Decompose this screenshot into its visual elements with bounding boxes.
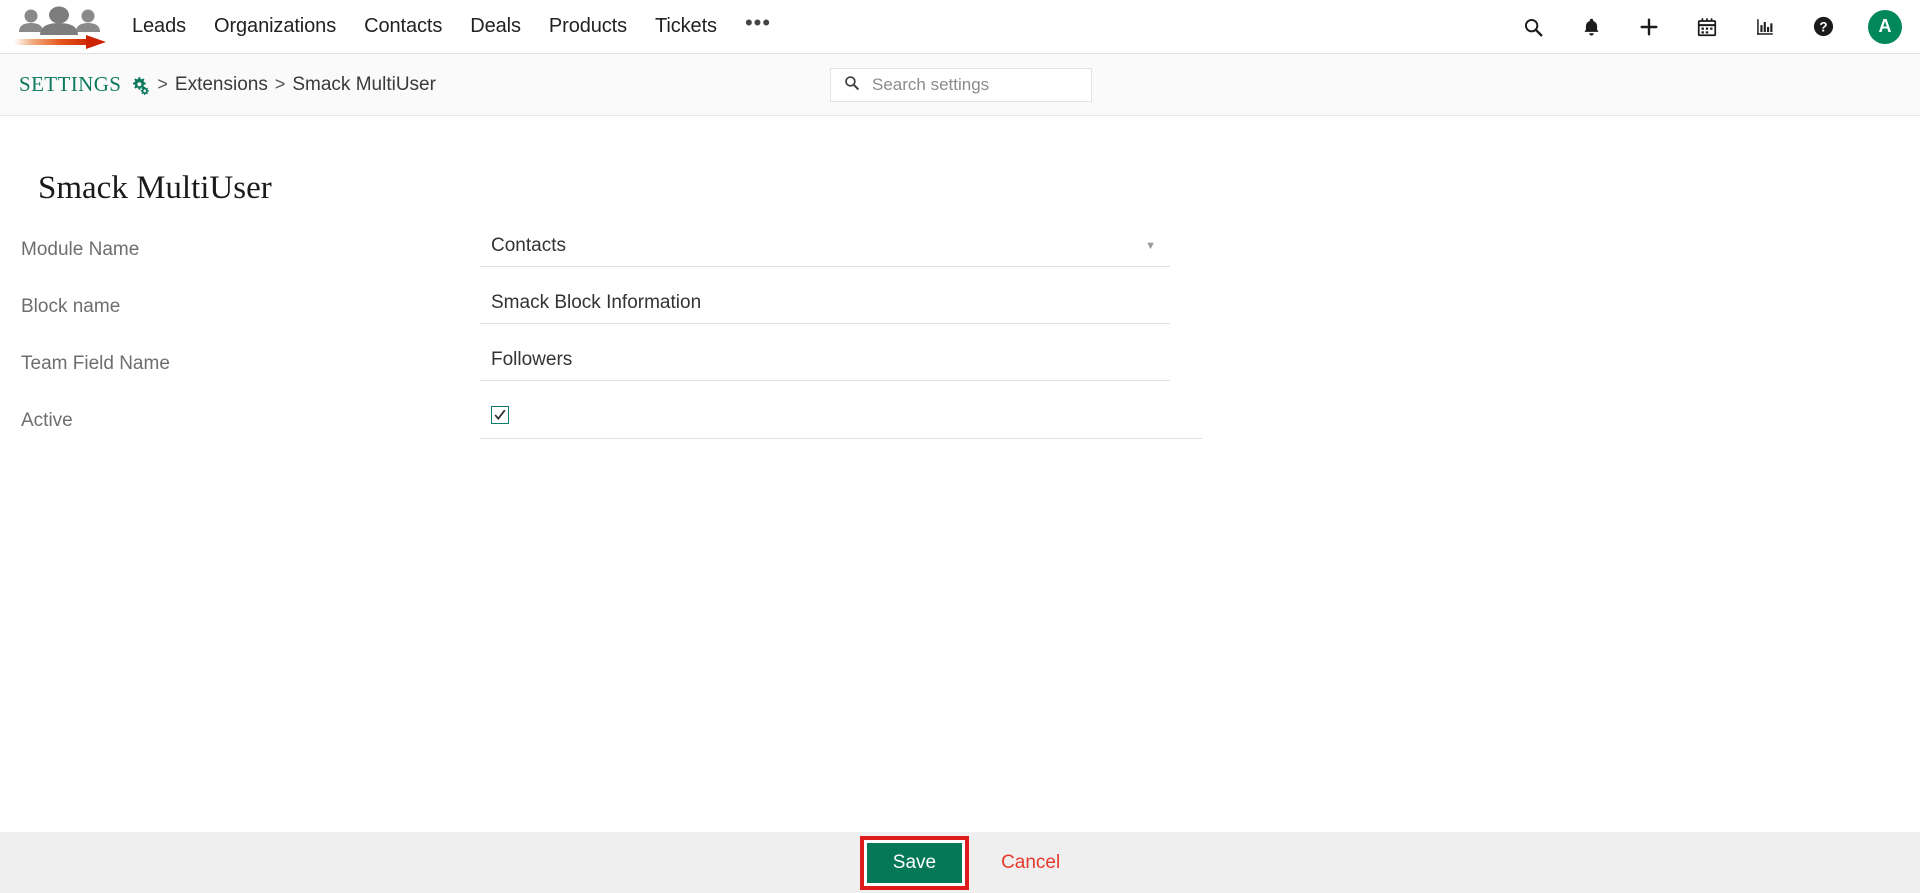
search-settings-icon	[843, 74, 860, 96]
nav-link-deals[interactable]: Deals	[470, 15, 521, 38]
settings-form: Module Name Contacts ▼ Block name Team F…	[0, 229, 1920, 457]
label-module-name: Module Name	[21, 239, 140, 260]
breadcrumb-current: Smack MultiUser	[292, 73, 436, 95]
nav-link-contacts[interactable]: Contacts	[364, 15, 442, 38]
page-title: Smack MultiUser	[38, 170, 272, 206]
bar-chart-icon[interactable]	[1752, 14, 1778, 40]
module-name-select[interactable]: Contacts ▼	[480, 235, 1170, 267]
label-block-name: Block name	[21, 296, 121, 317]
form-row-module-name: Module Name Contacts ▼	[0, 229, 1920, 286]
form-row-active: Active	[0, 400, 1920, 457]
save-button[interactable]: Save	[866, 842, 963, 883]
gear-icon[interactable]	[130, 75, 150, 95]
team-field-name-input[interactable]	[480, 349, 1120, 371]
chevron-down-icon[interactable]: ▼	[1145, 240, 1156, 252]
app-logo[interactable]	[12, 5, 110, 49]
save-button-highlight: Save	[859, 835, 970, 890]
footer-action-bar: Save Cancel	[0, 832, 1920, 893]
team-field-name-field-wrap	[480, 349, 1170, 381]
user-avatar[interactable]: A	[1868, 9, 1902, 44]
label-team-field-name: Team Field Name	[21, 353, 170, 374]
form-row-team-field-name: Team Field Name	[0, 343, 1920, 400]
block-name-input[interactable]	[480, 292, 1120, 314]
plus-icon[interactable]	[1636, 14, 1662, 40]
top-nav-icon-group: ? A	[1520, 9, 1902, 44]
breadcrumb-separator-2: >	[274, 74, 286, 94]
label-active: Active	[21, 410, 73, 431]
main-content: Smack MultiUser Module Name Contacts ▼ B…	[0, 117, 1920, 832]
nav-link-leads[interactable]: Leads	[132, 15, 186, 38]
search-icon[interactable]	[1520, 14, 1546, 40]
svg-text:?: ?	[1819, 19, 1827, 34]
calendar-icon[interactable]	[1694, 14, 1720, 40]
nav-link-tickets[interactable]: Tickets	[655, 15, 717, 38]
breadcrumb-separator-1: >	[157, 74, 168, 94]
cancel-button[interactable]: Cancel	[1001, 852, 1060, 874]
breadcrumb-extensions-link[interactable]: Extensions	[175, 74, 268, 96]
control-team-field-name	[480, 343, 1170, 381]
control-module-name: Contacts ▼	[480, 229, 1170, 267]
main-nav-links: Leads Organizations Contacts Deals Produ…	[132, 11, 771, 38]
module-name-value: Contacts	[491, 235, 566, 256]
control-active	[480, 400, 1202, 439]
form-row-block-name: Block name	[0, 286, 1920, 343]
top-navigation-bar: Leads Organizations Contacts Deals Produ…	[0, 0, 1920, 54]
nav-more-icon[interactable]: •••	[745, 11, 771, 36]
search-settings-box[interactable]	[830, 68, 1092, 102]
control-block-name	[480, 286, 1170, 324]
bell-icon[interactable]	[1578, 14, 1604, 40]
active-checkbox[interactable]	[491, 406, 509, 424]
active-field-wrap	[480, 406, 1202, 439]
block-name-field-wrap	[480, 292, 1170, 324]
nav-link-organizations[interactable]: Organizations	[214, 15, 336, 38]
breadcrumb-settings-link[interactable]: SETTINGS	[19, 72, 121, 97]
search-settings-input[interactable]	[872, 75, 1072, 95]
help-icon[interactable]: ?	[1810, 14, 1836, 40]
nav-link-products[interactable]: Products	[549, 15, 627, 38]
